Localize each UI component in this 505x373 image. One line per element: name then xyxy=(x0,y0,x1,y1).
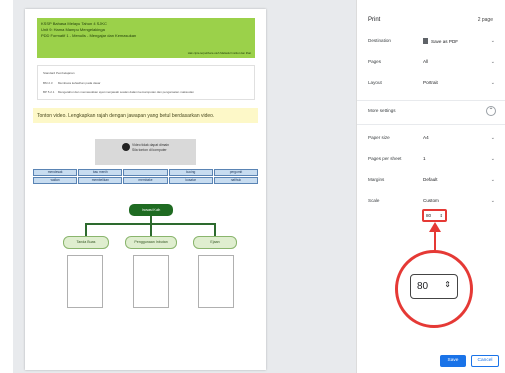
pages-select[interactable]: All xyxy=(423,59,428,64)
chevron-down-icon: ⌄ xyxy=(490,38,495,44)
layout-label: Layout xyxy=(368,80,382,85)
scale-input[interactable]: 80 ⇕ xyxy=(422,209,447,222)
answer-box xyxy=(67,255,103,308)
objective-row: BM 2.3 Membaca kefasihan pada dasar xyxy=(43,81,101,85)
worksheet-header: KSSP Bahasa Melayu Tahun 4 SJKC Unit 9: … xyxy=(37,18,255,58)
chevron-down-icon: ⌄ xyxy=(490,156,495,162)
scale-label: Scale xyxy=(368,198,380,203)
word-cell: kucing xyxy=(168,169,213,176)
pages-per-sheet-select[interactable]: 1 xyxy=(423,156,426,161)
mindmap-connector xyxy=(85,223,87,236)
chevron-down-icon: ⌄ xyxy=(490,80,495,86)
paper-size-select[interactable]: A4 xyxy=(423,135,429,140)
objective-code: BP 5.2.1 xyxy=(43,90,55,94)
header-right-note: Hak cipta terpelihara oleh Maliadul Inst… xyxy=(187,51,251,55)
destination-value: Save as PDF xyxy=(431,39,459,44)
highlight-arrow-line xyxy=(434,232,436,252)
layout-select[interactable]: Portrait xyxy=(423,80,438,85)
scale-input-value: 80 xyxy=(426,213,432,218)
instruction-banner: Tonton video. Lengkapkan rajah dengan ja… xyxy=(33,108,258,123)
word-cell: membelikan xyxy=(78,177,123,184)
video-placeholder: Video tidak dapat dimain Sila tonton di … xyxy=(95,139,196,165)
file-icon xyxy=(423,38,428,44)
objective-row: BP 5.2.1 Mengetahui dan memasukkan ayat … xyxy=(43,90,194,94)
zoomed-scale-input: 80 ⇕ xyxy=(410,274,458,299)
learning-objectives: Standard Pembelajaran BM 2.3 Membaca kef… xyxy=(37,65,255,100)
paper-size-label: Paper size xyxy=(368,135,390,140)
objectives-title: Standard Pembelajaran xyxy=(43,71,75,75)
scale-select[interactable]: Custom xyxy=(423,198,439,203)
chevron-down-icon: ⌄ xyxy=(490,59,495,65)
save-button[interactable]: Save xyxy=(440,355,466,367)
mindmap-connector xyxy=(214,223,216,236)
video-icon xyxy=(122,143,130,151)
page-count: 2 page xyxy=(477,17,493,23)
word-cell: membake xyxy=(123,177,168,184)
mindmap-branch-node: Ejaan xyxy=(193,236,237,249)
spinner-icon: ⇕ xyxy=(444,280,451,289)
pages-label: Pages xyxy=(368,59,382,64)
word-cell: nafihuk xyxy=(213,177,258,184)
arrow-up-icon xyxy=(429,222,441,232)
preview-page: KSSP Bahasa Melayu Tahun 4 SJKC Unit 9: … xyxy=(25,9,266,370)
destination-label: Destination xyxy=(368,38,391,43)
destination-select[interactable]: Save as PDF xyxy=(423,38,458,44)
objective-text: Mengetahui dan memasukkan ayat menjawab … xyxy=(57,90,194,94)
margins-label: Margins xyxy=(368,177,385,182)
divider xyxy=(357,124,505,125)
objective-code: BM 2.3 xyxy=(43,81,53,85)
video-line-2: Sila tonton di komputer xyxy=(132,148,167,152)
chevron-down-icon: ⌄ xyxy=(490,135,495,141)
word-cell: wallan xyxy=(33,177,78,184)
cancel-button[interactable]: Cancel xyxy=(471,355,499,367)
zoomed-scale-value: 80 xyxy=(417,281,429,292)
mindmap-branch-node: Tanda Buas xyxy=(63,236,109,249)
word-cell: mendesak xyxy=(33,169,78,176)
header-line-3: PDD Formatif 1 - Menulis - Mengajar dan … xyxy=(41,33,137,38)
margins-select[interactable]: Default xyxy=(423,177,438,182)
mindmap-center-node: Inovasi Kuih xyxy=(129,204,173,216)
mindmap-branch-node: Penggunaan Inbutan xyxy=(125,236,177,249)
spinner-icon[interactable]: ⇕ xyxy=(440,213,443,218)
word-bank: mendesak bau menih kucing pergomit walla… xyxy=(33,169,258,184)
divider xyxy=(357,100,505,101)
word-cell: bau menih xyxy=(78,169,123,176)
chevron-down-icon: ⌄ xyxy=(490,177,495,183)
objective-text: Membaca kefasihan pada dasar xyxy=(57,81,101,85)
word-cell xyxy=(123,169,168,176)
more-settings-toggle[interactable]: More settings xyxy=(368,108,396,113)
mindmap-connector xyxy=(150,223,152,236)
word-cell: kusatar xyxy=(168,177,213,184)
chevron-down-icon: ⌄ xyxy=(490,198,495,204)
pages-per-sheet-label: Pages per sheet xyxy=(368,156,402,161)
chevron-up-icon[interactable]: ⌃ xyxy=(486,106,496,116)
answer-box xyxy=(198,255,234,308)
word-cell: pergomit xyxy=(213,169,258,176)
answer-box xyxy=(133,255,169,308)
video-line-1: Video tidak dapat dimain xyxy=(132,143,170,147)
print-title: Print xyxy=(368,17,381,23)
